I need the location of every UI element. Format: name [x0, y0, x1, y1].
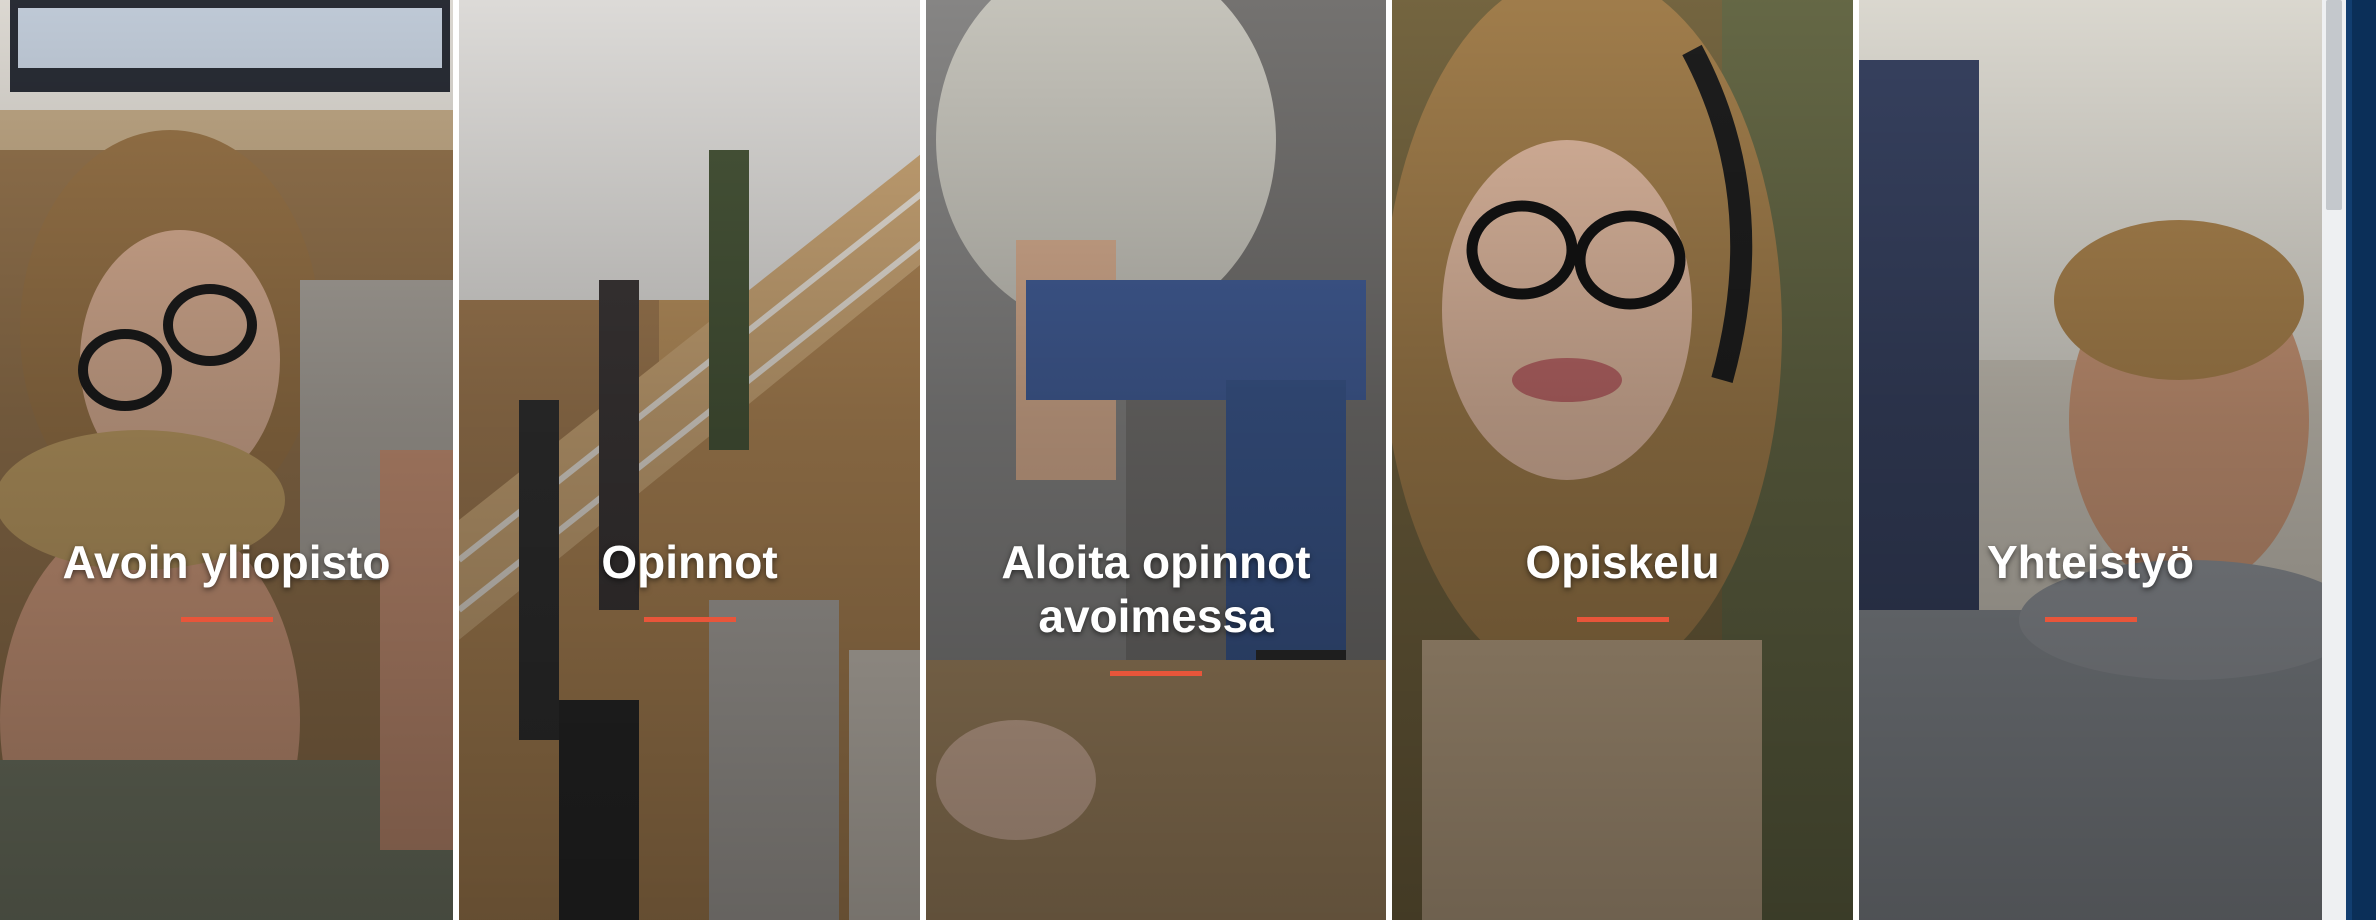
- tile-label: Yhteistyö: [1986, 536, 2195, 588]
- tile-opinnot[interactable]: Opinnot: [459, 0, 926, 920]
- accent-underline: [2044, 617, 2137, 622]
- vertical-scrollbar[interactable]: [2322, 0, 2346, 920]
- tile-caption: Aloita opinnot avoimessa: [926, 535, 1386, 676]
- tile-overlay: [926, 0, 1386, 920]
- hero-tiles: Avoin yliopisto Opinnot Aloita opinnot a…: [0, 0, 2322, 920]
- tile-overlay: [459, 0, 920, 920]
- tile-label: Avoin yliopisto: [62, 536, 391, 588]
- tile-caption: Opinnot: [459, 535, 920, 622]
- tile-yhteistyo[interactable]: Yhteistyö: [1859, 0, 2322, 920]
- scrollbar-thumb[interactable]: [2326, 0, 2342, 210]
- tile-avoin-yliopisto[interactable]: Avoin yliopisto: [0, 0, 459, 920]
- tile-opiskelu[interactable]: Opiskelu: [1392, 0, 1859, 920]
- tile-overlay: [1859, 0, 2322, 920]
- tile-label: Aloita opinnot avoimessa: [1001, 536, 1311, 642]
- tile-aloita-opinnot-avoimessa[interactable]: Aloita opinnot avoimessa: [926, 0, 1392, 920]
- accent-underline: [180, 617, 273, 622]
- accent-underline: [1110, 671, 1202, 676]
- tile-caption: Opiskelu: [1392, 535, 1853, 622]
- tile-overlay: [0, 0, 453, 920]
- accent-underline: [643, 617, 736, 622]
- tile-label: Opiskelu: [1525, 536, 1720, 588]
- accent-underline: [1576, 617, 1669, 622]
- tile-caption: Avoin yliopisto: [0, 535, 453, 622]
- background-panel: [2346, 0, 2376, 920]
- panel-stripe: [2346, 0, 2352, 920]
- tile-label: Opinnot: [601, 536, 778, 588]
- tile-overlay: [1392, 0, 1853, 920]
- tile-caption: Yhteistyö: [1859, 535, 2322, 622]
